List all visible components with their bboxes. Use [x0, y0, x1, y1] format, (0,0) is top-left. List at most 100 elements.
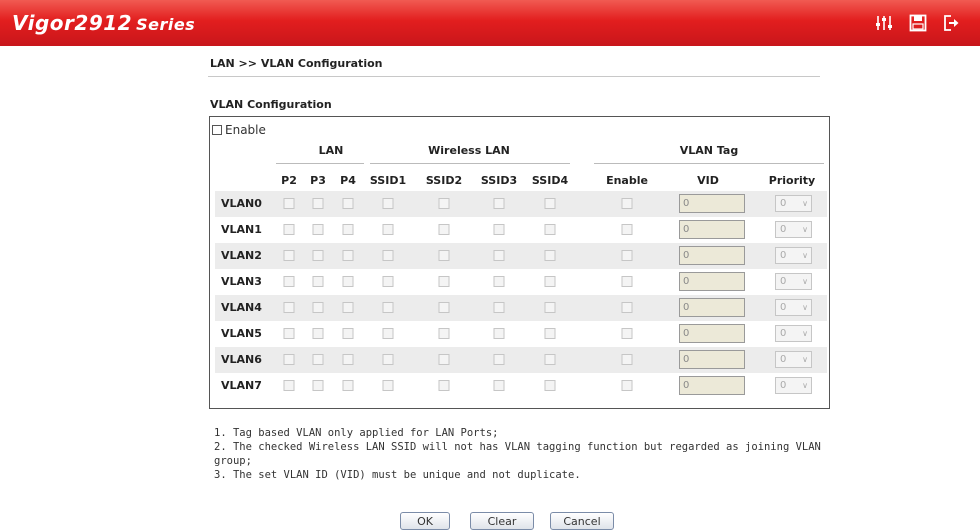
checkbox-ssid2[interactable] — [438, 250, 450, 261]
checkbox-ssid2[interactable] — [438, 302, 450, 313]
checkbox-p4[interactable] — [342, 328, 354, 339]
checkbox-ssid4[interactable] — [544, 250, 556, 261]
checkbox-p4[interactable] — [342, 380, 354, 391]
table-row: VLAN3 0 0 ∨ — [215, 269, 827, 295]
checkbox-enable[interactable] — [621, 328, 633, 339]
checkbox-ssid4[interactable] — [544, 328, 556, 339]
checkbox-ssid4[interactable] — [544, 198, 556, 209]
checkbox-enable[interactable] — [621, 250, 633, 261]
checkbox-ssid1[interactable] — [382, 328, 394, 339]
checkbox-p4[interactable] — [342, 354, 354, 365]
ok-button[interactable]: OK — [400, 512, 450, 530]
checkbox-ssid1[interactable] — [382, 354, 394, 365]
checkbox-ssid4[interactable] — [544, 224, 556, 235]
checkbox-p2[interactable] — [283, 276, 295, 287]
checkbox-p3[interactable] — [312, 276, 324, 287]
checkbox-p3[interactable] — [312, 328, 324, 339]
checkbox-p3[interactable] — [312, 354, 324, 365]
checkbox-ssid1[interactable] — [382, 198, 394, 209]
checkbox-ssid1[interactable] — [382, 380, 394, 391]
checkbox-p2[interactable] — [283, 328, 295, 339]
checkbox-ssid2[interactable] — [438, 198, 450, 209]
checkbox-ssid3[interactable] — [493, 224, 505, 235]
note-1: 1. Tag based VLAN only applied for LAN P… — [214, 427, 499, 439]
save-icon[interactable] — [908, 13, 928, 33]
priority-select[interactable]: 0 ∨ — [775, 273, 812, 290]
checkbox-ssid4[interactable] — [544, 380, 556, 391]
checkbox-p4[interactable] — [342, 250, 354, 261]
row-label: VLAN6 — [221, 353, 262, 366]
checkbox-ssid2[interactable] — [438, 224, 450, 235]
vid-input[interactable]: 0 — [679, 246, 745, 265]
checkbox-ssid2[interactable] — [438, 380, 450, 391]
checkbox-enable[interactable] — [621, 276, 633, 287]
checkbox-p4[interactable] — [342, 224, 354, 235]
checkbox-ssid1[interactable] — [382, 250, 394, 261]
checkbox-ssid3[interactable] — [493, 250, 505, 261]
checkbox-enable[interactable] — [621, 302, 633, 313]
checkbox-ssid3[interactable] — [493, 328, 505, 339]
priority-select[interactable]: 0 ∨ — [775, 299, 812, 316]
logout-icon[interactable] — [942, 13, 962, 33]
checkbox-p4[interactable] — [342, 276, 354, 287]
chevron-down-icon: ∨ — [802, 277, 808, 286]
vid-input[interactable]: 0 — [679, 324, 745, 343]
checkbox-ssid3[interactable] — [493, 302, 505, 313]
vid-input[interactable]: 0 — [679, 350, 745, 369]
checkbox-ssid4[interactable] — [544, 276, 556, 287]
checkbox-p3[interactable] — [312, 380, 324, 391]
checkbox-ssid1[interactable] — [382, 224, 394, 235]
checkbox-ssid3[interactable] — [493, 354, 505, 365]
checkbox-ssid3[interactable] — [493, 276, 505, 287]
checkbox-p3[interactable] — [312, 224, 324, 235]
priority-select[interactable]: 0 ∨ — [775, 325, 812, 342]
vlan-enable-toggle[interactable]: Enable — [212, 123, 266, 137]
checkbox-ssid1[interactable] — [382, 276, 394, 287]
checkbox-ssid3[interactable] — [493, 198, 505, 209]
checkbox-ssid2[interactable] — [438, 276, 450, 287]
priority-select[interactable]: 0 ∨ — [775, 377, 812, 394]
vid-input[interactable]: 0 — [679, 376, 745, 395]
checkbox-p2[interactable] — [283, 354, 295, 365]
priority-select[interactable]: 0 ∨ — [775, 351, 812, 368]
priority-select[interactable]: 0 ∨ — [775, 247, 812, 264]
cancel-button[interactable]: Cancel — [550, 512, 614, 530]
checkbox-ssid2[interactable] — [438, 354, 450, 365]
checkbox-p4[interactable] — [342, 302, 354, 313]
vid-input[interactable]: 0 — [679, 272, 745, 291]
vid-input[interactable]: 0 — [679, 220, 745, 239]
checkbox-p2[interactable] — [283, 250, 295, 261]
vid-input[interactable]: 0 — [679, 194, 745, 213]
chevron-down-icon: ∨ — [802, 225, 808, 234]
chevron-down-icon: ∨ — [802, 329, 808, 338]
priority-select[interactable]: 0 ∨ — [775, 195, 812, 212]
checkbox-p3[interactable] — [312, 198, 324, 209]
checkbox-p2[interactable] — [283, 224, 295, 235]
checkbox-p4[interactable] — [342, 198, 354, 209]
checkbox-p2[interactable] — [283, 380, 295, 391]
vid-input[interactable]: 0 — [679, 298, 745, 317]
priority-value: 0 — [780, 302, 787, 313]
row-label: VLAN7 — [221, 379, 262, 392]
checkbox-ssid1[interactable] — [382, 302, 394, 313]
checkbox-ssid4[interactable] — [544, 302, 556, 313]
checkbox-ssid2[interactable] — [438, 328, 450, 339]
checkbox-enable[interactable] — [621, 224, 633, 235]
checkbox-p2[interactable] — [283, 302, 295, 313]
column-header-ssid3: SSID3 — [480, 174, 518, 187]
quick-start-wizard-icon[interactable] — [874, 13, 894, 33]
checkbox-enable[interactable] — [621, 354, 633, 365]
priority-select[interactable]: 0 ∨ — [775, 221, 812, 238]
column-header-enable: Enable — [606, 174, 648, 187]
table-row: VLAN6 0 0 ∨ — [215, 347, 827, 373]
checkbox-ssid4[interactable] — [544, 354, 556, 365]
checkbox-enable[interactable] — [621, 380, 633, 391]
checkbox-p3[interactable] — [312, 250, 324, 261]
checkbox-ssid3[interactable] — [493, 380, 505, 391]
vlan-enable-checkbox[interactable] — [212, 125, 222, 135]
clear-button[interactable]: Clear — [470, 512, 534, 530]
column-header-ssid4: SSID4 — [531, 174, 569, 187]
checkbox-enable[interactable] — [621, 198, 633, 209]
checkbox-p3[interactable] — [312, 302, 324, 313]
checkbox-p2[interactable] — [283, 198, 295, 209]
